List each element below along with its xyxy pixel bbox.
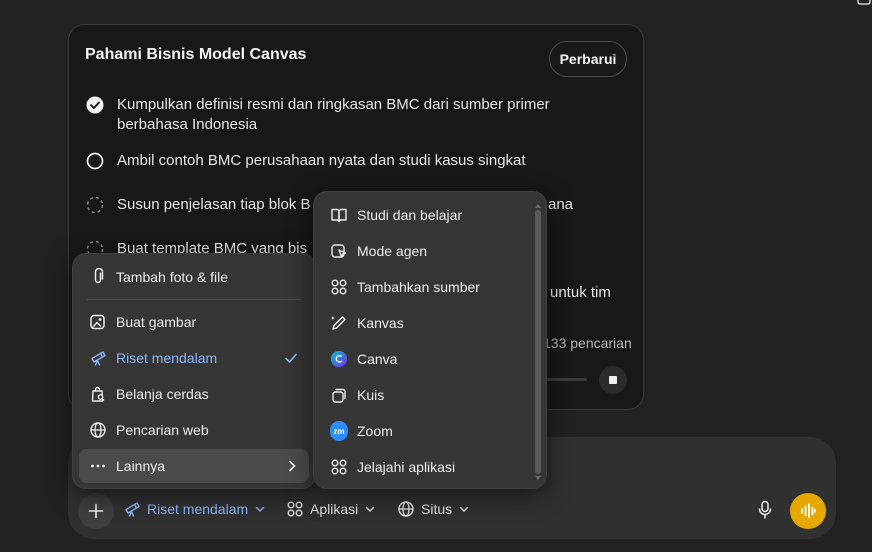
circle-icon xyxy=(85,151,105,171)
scroll-up-icon[interactable] xyxy=(535,204,541,208)
globe-icon xyxy=(397,500,415,518)
submenu-item-quiz[interactable]: Kuis xyxy=(320,378,540,412)
menu-item-label: Canva xyxy=(357,351,398,367)
add-button[interactable] xyxy=(78,493,114,529)
update-button[interactable]: Perbarui xyxy=(549,41,627,77)
menu-item-label: Riset mendalam xyxy=(116,350,218,366)
menu-item-label: Jelajahi aplikasi xyxy=(357,459,456,475)
progress-track xyxy=(543,378,587,381)
menu-divider xyxy=(87,299,301,300)
menu-item-label: Mode agen xyxy=(357,243,428,259)
scroll-down-icon[interactable] xyxy=(535,476,541,480)
apps-grid-icon xyxy=(330,458,348,476)
submenu-item-canva[interactable]: Canva xyxy=(320,342,540,376)
canva-logo-icon xyxy=(330,350,348,368)
scroll-thumb[interactable] xyxy=(535,210,541,474)
plan-step: Kumpulkan definisi resmi dan ringkasan B… xyxy=(85,95,587,135)
plan-step-text: Ambil contoh BMC perusahaan nyata dan st… xyxy=(117,152,526,169)
menu-item-label: Pencarian web xyxy=(116,422,209,438)
pen-icon xyxy=(330,314,348,332)
tool-label: Aplikasi xyxy=(310,501,359,517)
menu-item-label: Lainnya xyxy=(116,458,166,474)
menu-item-web-search[interactable]: Pencarian web xyxy=(79,413,309,447)
plan-step: Ambil contoh BMC perusahaan nyata dan st… xyxy=(85,151,587,171)
menu-item-create-image[interactable]: Buat gambar xyxy=(79,305,309,339)
card-title: Pahami Bisnis Model Canvas xyxy=(85,46,307,63)
apps-grid-icon xyxy=(286,500,304,518)
agent-icon xyxy=(330,242,348,260)
check-circle-icon xyxy=(85,95,105,115)
search-count: 133 pencarian xyxy=(543,335,632,351)
pending-circle-icon xyxy=(85,195,105,215)
telescope-icon xyxy=(89,349,107,367)
menu-item-label: Tambah foto & file xyxy=(116,269,229,285)
more-icon xyxy=(89,457,107,475)
tools-menu: Tambah foto & file Buat gambar Riset men… xyxy=(72,253,316,489)
zoom-logo-text: zm xyxy=(330,421,348,441)
submenu-item-agent-mode[interactable]: Mode agen xyxy=(320,234,540,268)
shopping-bag-icon xyxy=(89,385,107,403)
submenu-item-add-source[interactable]: Tambahkan sumber xyxy=(320,270,540,304)
book-icon xyxy=(330,206,348,224)
menu-item-label: Studi dan belajar xyxy=(357,207,463,223)
menu-item-smart-shopping[interactable]: Belanja cerdas xyxy=(79,377,309,411)
menu-item-label: Zoom xyxy=(357,423,393,439)
chevron-down-icon xyxy=(254,503,266,515)
tool-sites[interactable]: Situs xyxy=(397,500,470,518)
telescope-icon xyxy=(123,500,141,518)
tool-apps[interactable]: Aplikasi xyxy=(286,500,376,518)
tool-label: Riset mendalam xyxy=(147,501,249,517)
plus-icon xyxy=(88,503,104,519)
menu-item-label: Kuis xyxy=(357,387,385,403)
chevron-down-icon xyxy=(364,503,376,515)
quiz-icon xyxy=(330,386,348,404)
submenu-scrollbar[interactable] xyxy=(535,204,541,480)
plan-step-text-tail: ana xyxy=(548,196,574,213)
stop-button[interactable] xyxy=(599,366,627,394)
menu-item-more[interactable]: Lainnya xyxy=(79,449,309,483)
menu-item-label: Kanvas xyxy=(357,315,404,331)
more-submenu: Studi dan belajar Mode agen Tambahkan su… xyxy=(313,191,547,489)
plan-step-text-tail: untuk tim xyxy=(550,284,611,301)
image-icon xyxy=(89,313,107,331)
waveform-icon xyxy=(801,503,816,519)
menu-item-deep-research[interactable]: Riset mendalam xyxy=(79,341,309,375)
apps-grid-icon xyxy=(330,278,348,296)
paperclip-icon xyxy=(89,268,107,286)
chevron-right-icon xyxy=(285,458,299,474)
globe-icon xyxy=(89,421,107,439)
share-icon[interactable] xyxy=(856,0,872,8)
stop-icon xyxy=(609,376,617,384)
submenu-item-zoom[interactable]: zm Zoom xyxy=(320,414,540,448)
checkmark-icon xyxy=(283,350,299,366)
voice-mode-button[interactable] xyxy=(790,493,826,529)
chevron-down-icon xyxy=(458,503,470,515)
menu-item-label: Tambahkan sumber xyxy=(357,279,480,295)
microphone-icon[interactable] xyxy=(756,500,774,520)
zoom-logo-icon: zm xyxy=(330,421,348,441)
tool-deep-research[interactable]: Riset mendalam xyxy=(123,500,266,518)
menu-item-label: Belanja cerdas xyxy=(116,386,209,402)
tool-label: Situs xyxy=(421,501,453,517)
submenu-item-canvas[interactable]: Kanvas xyxy=(320,306,540,340)
submenu-item-study[interactable]: Studi dan belajar xyxy=(320,198,540,232)
menu-item-label: Buat gambar xyxy=(116,314,197,330)
menu-item-add-files[interactable]: Tambah foto & file xyxy=(79,260,309,294)
plan-step-text: Kumpulkan definisi resmi dan ringkasan B… xyxy=(117,96,550,133)
submenu-item-explore-apps[interactable]: Jelajahi aplikasi xyxy=(320,450,540,484)
